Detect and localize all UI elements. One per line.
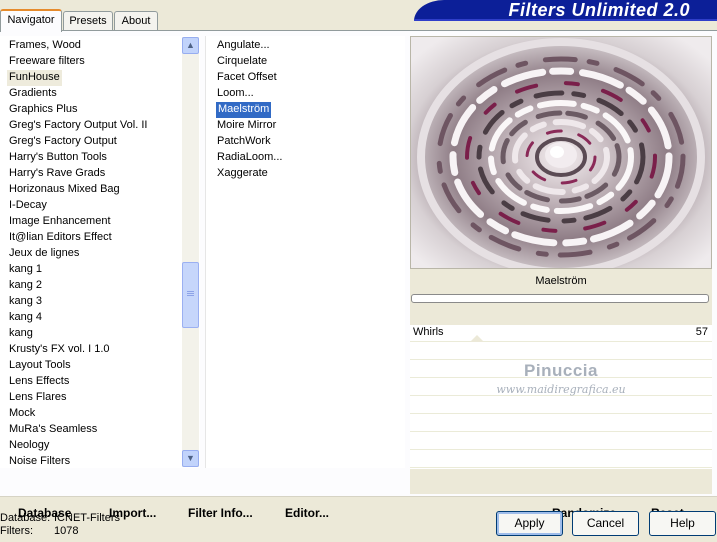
scroll-thumb[interactable] bbox=[182, 262, 199, 328]
category-item[interactable]: Harry's Rave Grads bbox=[9, 166, 105, 182]
filter-item[interactable]: Xaggerate bbox=[217, 166, 268, 182]
progress-bar bbox=[411, 294, 709, 303]
filter-item[interactable]: PatchWork bbox=[217, 134, 271, 150]
category-item[interactable]: Noise Filters bbox=[9, 454, 70, 470]
param-row-empty bbox=[410, 415, 712, 432]
app-title: Filters Unlimited 2.0 bbox=[508, 0, 690, 20]
category-item[interactable]: Mock bbox=[9, 406, 35, 422]
database-label: Database: bbox=[0, 512, 51, 524]
category-item[interactable]: kang 3 bbox=[9, 294, 42, 310]
filter-item[interactable]: Moire Mirror bbox=[217, 118, 276, 134]
param-row-empty bbox=[410, 451, 712, 468]
category-item[interactable]: Greg's Factory Output bbox=[9, 134, 117, 150]
category-item[interactable]: Gradients bbox=[9, 86, 57, 102]
param-row-empty bbox=[410, 397, 712, 414]
category-item[interactable]: Lens Flares bbox=[9, 390, 66, 406]
category-item[interactable]: FunHouse bbox=[7, 70, 62, 86]
filter-info-button[interactable]: Filter Info... bbox=[188, 506, 253, 520]
param-row-empty bbox=[410, 433, 712, 450]
filter-controls: Maelström Whirls 57 Pinuccia www.maidire… bbox=[410, 269, 712, 494]
filter-list[interactable]: Angulate... Cirquelate Facet Offset Loom...… bbox=[205, 36, 405, 468]
category-item[interactable]: Frames, Wood bbox=[9, 38, 81, 54]
param-row-empty bbox=[410, 343, 712, 360]
category-item[interactable]: Lens Effects bbox=[9, 374, 69, 390]
category-item[interactable]: Harry's Button Tools bbox=[9, 150, 107, 166]
filter-item[interactable]: Cirquelate bbox=[217, 54, 267, 70]
editor-button[interactable]: Editor... bbox=[285, 506, 329, 520]
category-item[interactable]: Neology bbox=[9, 438, 49, 454]
tab-navigator[interactable]: Navigator bbox=[0, 9, 62, 32]
maelstrom-preview-graphic bbox=[411, 37, 711, 268]
slider-marker-icon bbox=[470, 335, 484, 342]
category-item[interactable]: Layout Tools bbox=[9, 358, 71, 374]
filters-value: 1078 bbox=[54, 525, 79, 537]
cancel-button[interactable]: Cancel bbox=[572, 511, 639, 536]
filter-item[interactable]: RadiaLoom... bbox=[217, 150, 282, 166]
category-list[interactable]: Frames, Wood Freeware filters FunHouse Grad… bbox=[0, 36, 200, 468]
scroll-up-button[interactable]: ▲ bbox=[182, 37, 199, 54]
grip-icon bbox=[187, 291, 194, 292]
database-value: ICNET-Filters bbox=[54, 512, 120, 524]
filters-label: Filters: bbox=[0, 525, 33, 537]
category-item[interactable]: Greg's Factory Output Vol. II bbox=[9, 118, 147, 134]
tab-about[interactable]: About bbox=[114, 11, 158, 31]
navigator-panel: Frames, Wood Freeware filters FunHouse Grad… bbox=[0, 30, 717, 525]
category-item[interactable]: MuRa's Seamless bbox=[9, 422, 97, 438]
category-item[interactable]: kang 4 bbox=[9, 310, 42, 326]
param-row-whirls[interactable]: Whirls 57 bbox=[410, 325, 712, 342]
category-item[interactable]: kang bbox=[9, 326, 33, 342]
tab-presets[interactable]: Presets bbox=[63, 11, 113, 31]
category-item[interactable]: Image Enhancement bbox=[9, 214, 111, 230]
filter-item[interactable]: Angulate... bbox=[217, 38, 270, 54]
apply-button[interactable]: Apply bbox=[496, 511, 563, 536]
watermark-url: www.maidiregrafica.eu bbox=[496, 383, 626, 396]
category-item[interactable]: Jeux de lignes bbox=[9, 246, 79, 262]
category-item[interactable]: Graphics Plus bbox=[9, 102, 77, 118]
tab-strip: Navigator Presets About bbox=[0, 9, 420, 32]
help-button[interactable]: Help bbox=[649, 511, 716, 536]
filter-item[interactable]: Facet Offset bbox=[217, 70, 277, 86]
filter-item[interactable]: Loom... bbox=[217, 86, 254, 102]
filter-name: Maelström bbox=[535, 275, 587, 287]
category-scrollbar[interactable]: ▲ ▼ bbox=[182, 37, 199, 467]
param-value: 57 bbox=[695, 326, 708, 338]
category-item[interactable]: Horizonaus Mixed Bag bbox=[9, 182, 120, 198]
category-item[interactable]: It@lian Editors Effect bbox=[9, 230, 112, 246]
category-item[interactable]: kang 1 bbox=[9, 262, 42, 278]
watermark-title: Pinuccia bbox=[524, 361, 598, 380]
parameter-area: Whirls 57 Pinuccia www.maidiregrafica.eu bbox=[410, 325, 712, 469]
filter-preview-image bbox=[410, 36, 712, 269]
title-banner: Filters Unlimited 2.0 bbox=[414, 0, 717, 21]
chevron-down-icon: ▼ bbox=[186, 453, 195, 463]
category-item[interactable]: Freeware filters bbox=[9, 54, 85, 70]
param-label: Whirls bbox=[413, 326, 444, 338]
category-item[interactable]: kang 2 bbox=[9, 278, 42, 294]
chevron-up-icon: ▲ bbox=[186, 40, 195, 50]
filter-item[interactable]: Maelström bbox=[216, 102, 272, 118]
category-item[interactable]: Krusty's FX vol. I 1.0 bbox=[9, 342, 110, 358]
category-item[interactable]: I-Decay bbox=[9, 198, 47, 214]
scroll-down-button[interactable]: ▼ bbox=[182, 450, 199, 467]
